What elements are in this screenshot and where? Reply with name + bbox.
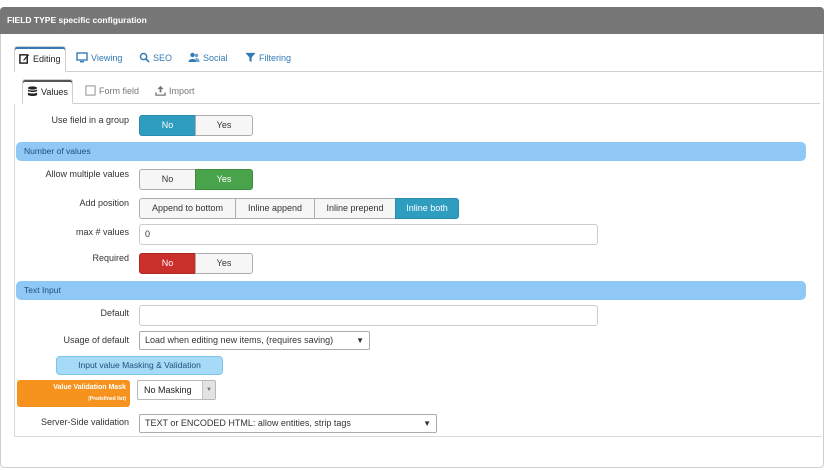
tab-social[interactable]: Social [188, 46, 228, 72]
tab-filtering[interactable]: Filtering [245, 46, 291, 72]
validation-mask-title: Value Validation Mask [53, 384, 126, 391]
dropdown-arrow-icon: ▼ [202, 381, 215, 399]
group-yes-button[interactable]: Yes [195, 115, 253, 136]
group-label: Use field in a group [51, 115, 129, 125]
add-position-toggle: Append to bottom Inline append Inline pr… [139, 198, 459, 219]
required-label: Required [92, 253, 129, 263]
tab-divider [14, 71, 822, 72]
max-values-input[interactable]: 0 [139, 224, 598, 245]
inline-append-button[interactable]: Inline append [235, 198, 315, 219]
default-label: Default [100, 308, 129, 318]
multiple-no-button[interactable]: No [139, 169, 196, 190]
tab-label: Import [169, 86, 195, 96]
users-icon [188, 52, 203, 63]
tab-label: Social [203, 53, 228, 63]
validation-mask-select[interactable]: No Masking ▼ [137, 380, 216, 400]
validation-mask-label: Value Validation Mask (Predefined list) [17, 380, 130, 407]
server-validation-select[interactable]: TEXT or ENCODED HTML: allow entities, st… [139, 414, 437, 433]
tab-label: Editing [33, 54, 61, 64]
usage-select-value: Load when editing new items, (requires s… [145, 335, 334, 345]
group-toggle: No Yes [139, 115, 253, 136]
edit-icon [19, 54, 33, 64]
number-of-values-header: Number of values [16, 142, 806, 161]
caret-down-icon: ▼ [423, 419, 431, 428]
search-icon [139, 52, 153, 63]
group-no-button[interactable]: No [139, 115, 196, 136]
multiple-label: Allow multiple values [45, 169, 129, 179]
inline-both-button[interactable]: Inline both [395, 198, 459, 219]
tab-seo[interactable]: SEO [139, 46, 172, 72]
caret-down-icon: ▼ [356, 336, 364, 345]
max-values-label: max # values [75, 227, 129, 237]
tab-values[interactable]: Values [22, 79, 73, 104]
default-input[interactable] [139, 305, 598, 326]
server-validation-value: TEXT or ENCODED HTML: allow entities, st… [145, 418, 351, 428]
tab-label: Form field [99, 86, 140, 96]
tab-editing[interactable]: Editing [14, 46, 66, 72]
validation-mask-value: No Masking [144, 385, 192, 395]
tab-label: Values [41, 87, 68, 97]
text-input-header: Text Input [16, 281, 806, 300]
required-no-button[interactable]: No [139, 253, 196, 274]
filter-icon [245, 52, 259, 63]
database-icon [27, 86, 41, 97]
validation-mask-subtitle: (Predefined list) [88, 396, 126, 402]
inner-tabs: Values Form field Import [22, 79, 822, 104]
upload-icon [155, 85, 169, 96]
server-validation-label: Server-Side validation [40, 417, 129, 427]
checkbox-icon [85, 85, 99, 96]
usage-select[interactable]: Load when editing new items, (requires s… [139, 331, 370, 350]
tab-form-field[interactable]: Form field [85, 79, 139, 104]
tab-label: Viewing [91, 53, 123, 63]
multiple-yes-button[interactable]: Yes [195, 169, 253, 190]
tab-label: Filtering [259, 53, 292, 63]
outer-tabs: Editing Viewing SEO Social Filtering [14, 46, 822, 72]
masking-header: Input value Masking & Validation [56, 356, 223, 375]
tab-viewing[interactable]: Viewing [76, 46, 122, 72]
multiple-toggle: No Yes [139, 169, 253, 190]
required-toggle: No Yes [139, 253, 253, 274]
panel-title: FIELD TYPE specific configuration [7, 15, 147, 25]
add-position-label: Add position [79, 198, 129, 208]
tab-label: SEO [153, 53, 173, 63]
usage-label: Usage of default [63, 335, 129, 345]
append-bottom-button[interactable]: Append to bottom [139, 198, 236, 219]
required-yes-button[interactable]: Yes [195, 253, 253, 274]
panel-header: FIELD TYPE specific configuration [0, 7, 824, 34]
monitor-icon [76, 52, 91, 63]
inline-prepend-button[interactable]: Inline prepend [314, 198, 396, 219]
tab-import[interactable]: Import [155, 79, 195, 104]
